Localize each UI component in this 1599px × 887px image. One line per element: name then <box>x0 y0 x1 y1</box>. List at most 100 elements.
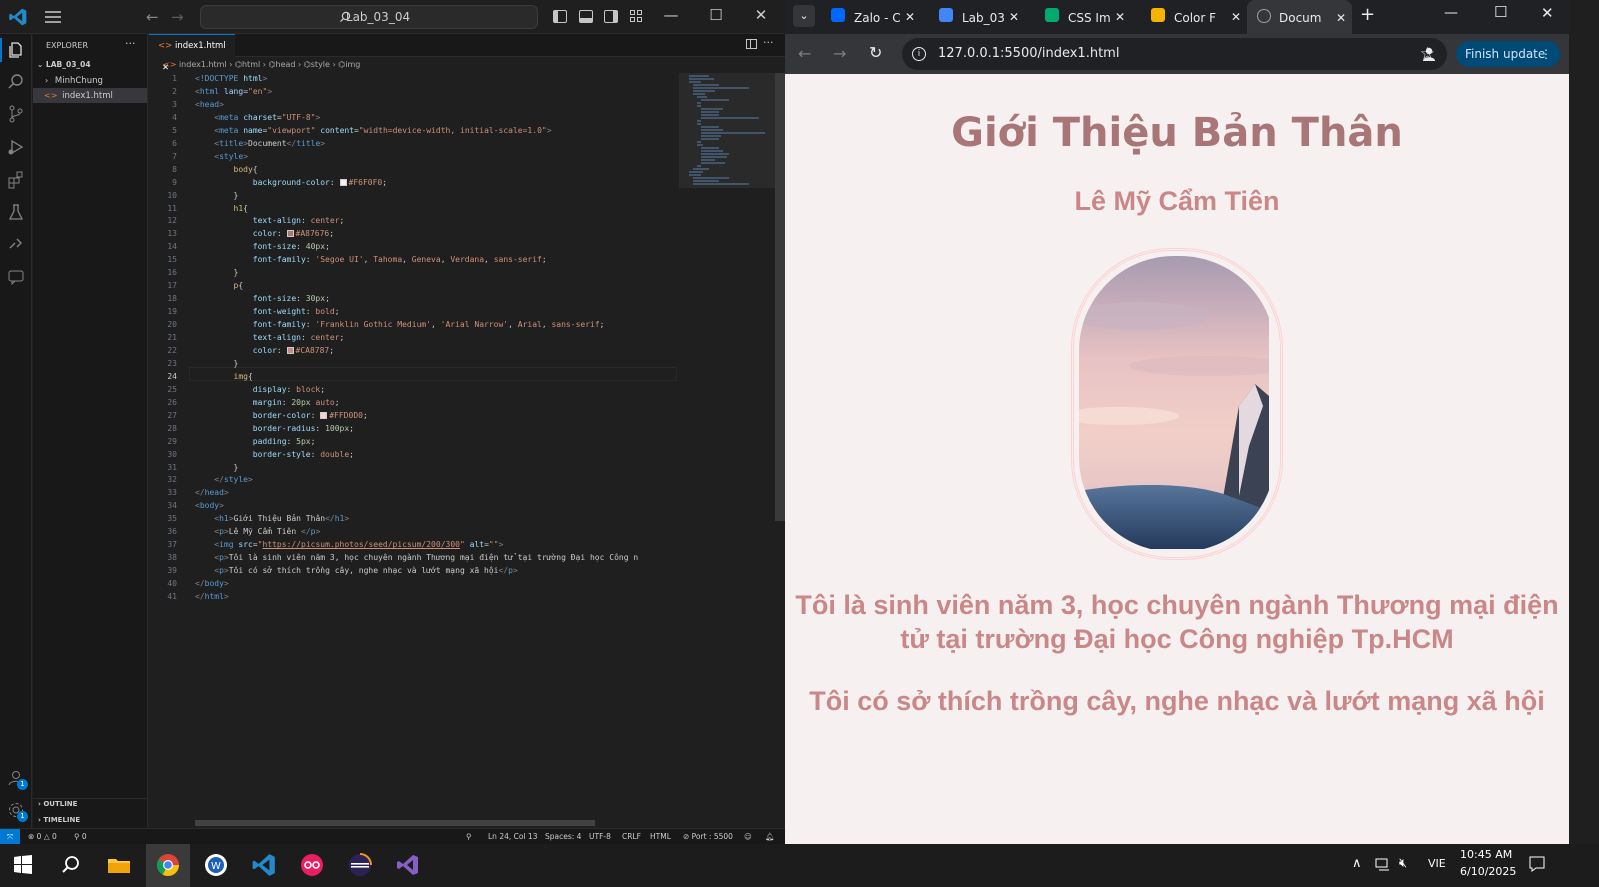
menu-icon[interactable] <box>44 10 62 24</box>
vscode-taskbar-icon[interactable] <box>251 852 277 878</box>
new-tab-icon[interactable]: + <box>1360 4 1375 25</box>
folder-header[interactable]: ⌄ LAB_03_04 <box>33 57 147 72</box>
editor-scrollbar[interactable] <box>775 73 785 521</box>
run-debug-icon[interactable] <box>6 137 26 157</box>
live-server-status[interactable]: ⊘ Port : 5500 <box>683 829 733 844</box>
ports-status[interactable]: ⚲ 0 <box>74 829 87 844</box>
zoom-icon[interactable]: ⚲ <box>466 829 472 844</box>
line-number: 22 <box>167 345 177 355</box>
code-editor[interactable]: 1 <!DOCTYPE html> 2 <html lang="en"> 3 <head>… <box>149 73 679 813</box>
manage-gear-icon[interactable]: 1 <box>6 800 28 822</box>
tree-folder-minhchung[interactable]: › MinhChung <box>33 73 147 88</box>
tab-title: CSS Im <box>1068 11 1111 25</box>
forward-icon[interactable]: → <box>171 8 184 26</box>
command-center-search[interactable]: Lab_03_04 <box>200 5 538 29</box>
end-of-line[interactable]: CRLF <box>622 829 641 844</box>
eclipse-icon[interactable] <box>347 852 373 878</box>
profile-icon[interactable] <box>1421 46 1437 62</box>
breadcrumb-item[interactable]: style <box>311 60 330 69</box>
horizontal-scrollbar[interactable] <box>195 820 595 826</box>
code-line: color: #A87676; <box>252 229 335 239</box>
close-window-icon[interactable]: ✕ <box>746 6 776 24</box>
chevron-right-icon: › <box>45 76 49 85</box>
file-explorer-icon[interactable] <box>106 852 132 878</box>
notifications-icon[interactable]: 🔔︎ <box>765 829 775 844</box>
visual-studio-icon[interactable] <box>395 852 421 878</box>
forward-icon[interactable]: → <box>833 44 846 63</box>
finish-update-button[interactable]: Finish update ⋮ <box>1456 41 1560 67</box>
customize-layout-icon[interactable] <box>630 10 644 23</box>
minimap-lines <box>689 75 765 185</box>
tree-file-index1[interactable]: <> index1.html <box>33 88 147 103</box>
volume-muted-icon[interactable]: 🔇︎ <box>1399 856 1407 871</box>
encoding[interactable]: UTF-8 <box>589 829 611 844</box>
reload-icon[interactable]: ↻ <box>869 43 882 62</box>
remote-explorer-icon[interactable] <box>6 234 26 254</box>
site-info-icon[interactable]: i <box>912 47 926 61</box>
language-mode[interactable]: HTML <box>650 829 671 844</box>
chrome-icon[interactable] <box>155 852 181 878</box>
back-icon[interactable]: ← <box>146 8 159 26</box>
testing-icon[interactable] <box>6 202 26 222</box>
accounts-icon[interactable]: 1 <box>6 768 28 790</box>
indentation[interactable]: Spaces: 4 <box>545 829 581 844</box>
source-control-icon[interactable] <box>6 104 26 124</box>
input-language[interactable]: VIE <box>1428 857 1446 870</box>
breadcrumb-item[interactable]: head <box>276 60 296 69</box>
split-editor-icon[interactable] <box>746 39 757 49</box>
notification-center-icon[interactable] <box>1528 855 1546 873</box>
maximize-icon[interactable]: ☐ <box>1494 3 1507 21</box>
windows-start-icon[interactable] <box>10 852 36 878</box>
tab-color-palette[interactable]: Color F ✕ <box>1107 4 1247 34</box>
vscode-window: ← → Lab_03_04 — ☐ ✕ 1 1 EXPLORER ··· ⌄ L… <box>0 0 785 844</box>
line-number: 38 <box>167 553 177 563</box>
app-pink-icon[interactable] <box>299 852 325 878</box>
chat-icon[interactable] <box>6 267 26 287</box>
problems-status[interactable]: ⊗ 0 △ 0 <box>28 829 57 844</box>
active-indicator <box>0 38 2 62</box>
more-menu-icon[interactable]: ⋮ <box>1540 41 1552 67</box>
back-icon[interactable]: ← <box>798 44 811 63</box>
html-file-icon: <> <box>163 60 177 69</box>
timeline-section[interactable]: › TIMELINE <box>38 816 80 824</box>
tab-index1-html[interactable]: <> index1.html ✕ <box>149 34 235 73</box>
error-count: 0 <box>36 832 42 841</box>
minimize-icon[interactable]: — <box>656 6 686 24</box>
search-icon[interactable] <box>6 72 26 92</box>
explorer-title: EXPLORER <box>46 41 88 50</box>
outline-section[interactable]: › OUTLINE <box>38 800 77 808</box>
accounts-badge: 1 <box>17 779 28 790</box>
more-actions-icon[interactable]: ··· <box>763 36 774 49</box>
chevron-up-icon[interactable]: ∧ <box>1352 856 1362 871</box>
network-icon[interactable] <box>1375 858 1391 872</box>
html-file-icon: <> <box>158 41 173 51</box>
tab-document-active[interactable]: Docum ✕ <box>1247 0 1352 34</box>
tab-title: Lab_03 <box>962 11 1005 25</box>
toggle-secondary-sidebar-icon[interactable] <box>604 10 618 23</box>
toggle-panel-icon[interactable] <box>579 10 593 23</box>
maximize-icon[interactable]: ☐ <box>701 6 731 24</box>
line-number: 30 <box>167 449 177 459</box>
search-icon[interactable] <box>58 852 84 878</box>
minimize-icon[interactable]: — <box>1444 5 1458 21</box>
clock-time[interactable]: 10:45 AM <box>1460 848 1512 861</box>
close-tab-icon[interactable]: ✕ <box>1336 10 1346 27</box>
close-window-icon[interactable]: ✕ <box>1541 4 1554 22</box>
line-number: 14 <box>167 242 177 252</box>
breadcrumb-item[interactable]: html <box>242 60 260 69</box>
cursor-position[interactable]: Ln 24, Col 13 <box>488 829 537 844</box>
copilot-icon[interactable]: ☺ <box>744 829 752 844</box>
breadcrumb-item[interactable]: index1.html <box>179 60 227 69</box>
app-w-icon[interactable]: W <box>203 852 229 878</box>
toggle-sidebar-icon[interactable] <box>553 10 567 23</box>
more-actions-icon[interactable]: ··· <box>125 37 136 50</box>
remote-indicator-icon[interactable]: ⤧ <box>0 829 20 844</box>
search-icon <box>340 11 351 23</box>
explorer-icon[interactable] <box>6 40 26 60</box>
address-bar[interactable]: i 127.0.0.1:5500/index1.html ☆ <box>902 38 1447 70</box>
breadcrumb-item[interactable]: img <box>345 60 360 69</box>
clock-date[interactable]: 6/10/2025 <box>1460 865 1516 878</box>
extensions-icon[interactable] <box>6 170 26 190</box>
close-tab-icon[interactable]: ✕ <box>1231 9 1241 26</box>
minimap[interactable] <box>679 73 775 188</box>
